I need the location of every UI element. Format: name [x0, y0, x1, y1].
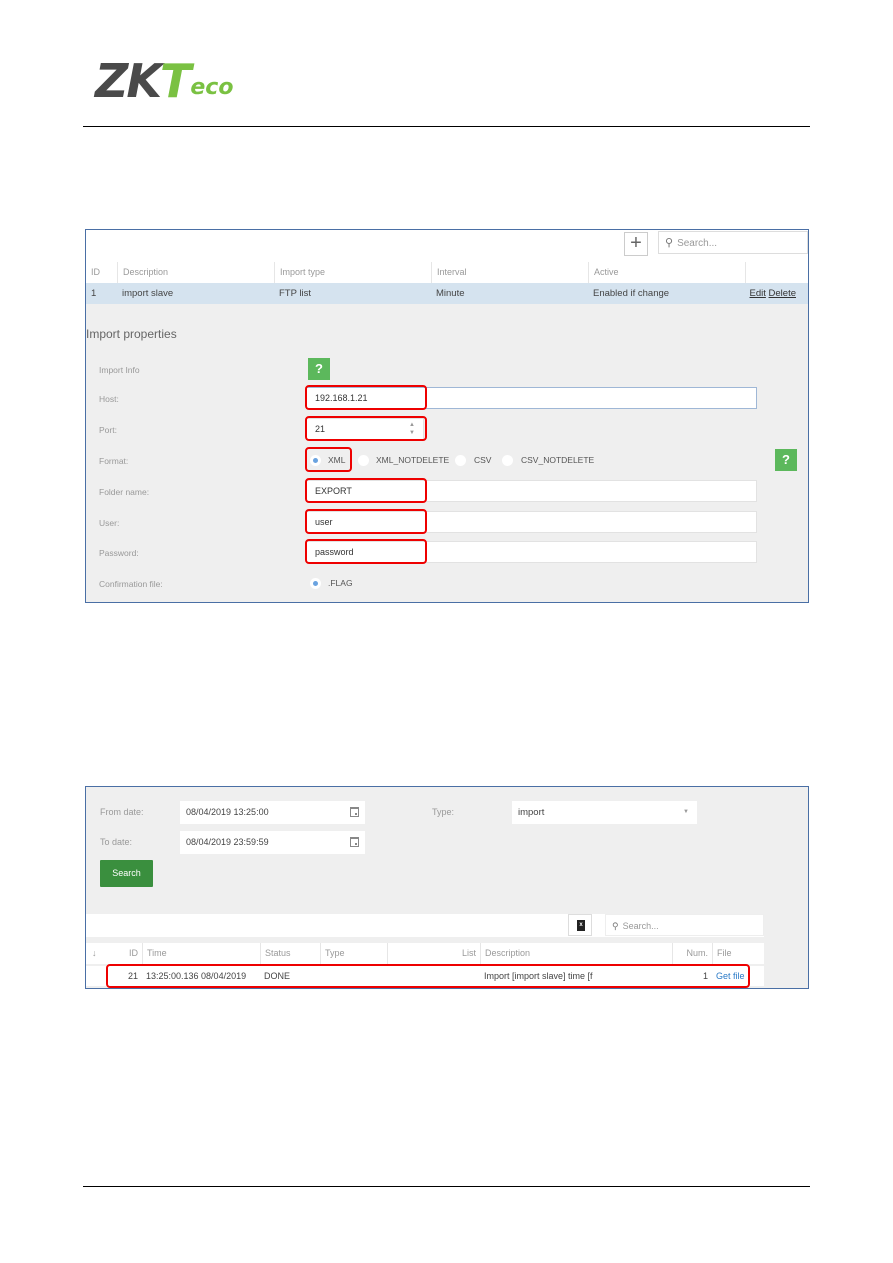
user-highlight [305, 509, 427, 534]
to-date-input[interactable]: 08/04/2019 23:59:59 [180, 831, 365, 854]
col-actions [745, 262, 810, 283]
to-date-label: To date: [100, 837, 133, 847]
col-file[interactable]: File [712, 943, 764, 964]
format-help-button[interactable]: ? [775, 449, 797, 471]
import-table-header: ID Description Import type Interval Acti… [86, 262, 808, 283]
col-active[interactable]: Active [588, 262, 745, 283]
log-toolbar: x ⚲ Search... [86, 914, 764, 937]
format-radio-csv-notdelete[interactable] [502, 455, 513, 466]
import-info-help-button[interactable]: ? [308, 358, 330, 380]
chevron-down-icon: ▼ [683, 809, 689, 815]
edit-link[interactable]: Edit [750, 288, 766, 299]
logo-eco: eco [190, 75, 234, 100]
logo-zk: ZK [95, 54, 162, 108]
confirmation-radio-flag[interactable] [310, 578, 321, 589]
help-icon: ? [315, 361, 323, 376]
log-table-header: ↓ ID Time Status Type List Description N… [86, 943, 764, 964]
format-radio-csv[interactable] [455, 455, 466, 466]
col-description[interactable]: Description [480, 943, 672, 964]
format-label: Format: [99, 456, 129, 466]
host-highlight [305, 385, 427, 410]
logo-t: T [160, 54, 191, 108]
col-list[interactable]: List [387, 943, 480, 964]
row-actions: Edit Delete [750, 283, 796, 304]
col-status[interactable]: Status [260, 943, 320, 964]
search-icon: ⚲ [612, 921, 619, 931]
folder-label: Folder name: [99, 487, 150, 497]
col-time[interactable]: Time [142, 943, 260, 964]
row-highlight [106, 964, 750, 988]
sort-icon[interactable]: ↓ [86, 943, 110, 964]
password-label: Password: [99, 548, 139, 558]
plus-icon: + [630, 232, 642, 254]
user-label: User: [99, 518, 120, 528]
type-select[interactable]: import ▼ [512, 801, 697, 824]
confirmation-label: Confirmation file: [99, 579, 163, 589]
row-description: import slave [122, 288, 174, 299]
import-properties-title: Import properties [86, 327, 177, 341]
calendar-icon[interactable] [350, 807, 359, 817]
import-search-input[interactable]: ⚲ Search... [658, 231, 808, 254]
export-excel-button[interactable]: x [568, 914, 592, 936]
type-label: Type: [432, 807, 455, 817]
port-highlight [305, 416, 427, 441]
help-icon: ? [782, 452, 790, 467]
import-config-screenshot: + ⚲ Search... ID Description Import type … [85, 229, 809, 603]
footer-divider [83, 1186, 810, 1187]
row-import-type: FTP list [279, 288, 312, 299]
col-interval[interactable]: Interval [431, 262, 588, 283]
col-id[interactable]: ID [86, 262, 117, 283]
table-row[interactable]: 1 import slave FTP list Minute Enabled i… [86, 283, 808, 304]
row-active: Enabled if change [593, 288, 670, 299]
row-id: 1 [91, 288, 97, 299]
format-option-csv-notdelete[interactable]: CSV_NOTDELETE [521, 455, 594, 465]
folder-highlight [305, 478, 427, 503]
port-label: Port: [99, 425, 117, 435]
host-label: Host: [99, 394, 119, 404]
delete-link[interactable]: Delete [769, 288, 796, 299]
search-placeholder: Search... [677, 238, 718, 249]
password-highlight [305, 539, 427, 564]
import-toolbar: + ⚲ Search... [86, 230, 808, 262]
confirmation-option-flag[interactable]: .FLAG [328, 578, 353, 588]
calendar-icon[interactable] [350, 837, 359, 847]
search-placeholder: Search... [622, 921, 659, 931]
from-date-label: From date: [100, 807, 144, 817]
to-date-value: 08/04/2019 23:59:59 [186, 837, 269, 847]
col-type[interactable]: Type [320, 943, 387, 964]
from-date-value: 08/04/2019 13:25:00 [186, 807, 269, 817]
excel-export-icon: x [577, 920, 585, 931]
search-button[interactable]: Search [100, 860, 153, 887]
add-import-button[interactable]: + [624, 232, 648, 256]
search-icon: ⚲ [665, 237, 674, 249]
row-interval: Minute [436, 288, 465, 299]
log-search-input[interactable]: ⚲ Search... [605, 914, 764, 936]
format-highlight [305, 447, 352, 472]
col-description[interactable]: Description [117, 262, 274, 283]
type-value: import [518, 807, 545, 818]
format-option-xml-notdelete[interactable]: XML_NOTDELETE [376, 455, 449, 465]
zkteco-logo: ZK T eco [95, 58, 233, 104]
col-id[interactable]: ID [110, 943, 142, 964]
from-date-input[interactable]: 08/04/2019 13:25:00 [180, 801, 365, 824]
import-log-screenshot: From date: 08/04/2019 13:25:00 Type: imp… [85, 786, 809, 989]
col-num[interactable]: Num. [672, 943, 712, 964]
header-divider [83, 126, 810, 127]
format-option-csv[interactable]: CSV [474, 455, 491, 465]
import-info-label: Import Info [99, 365, 140, 375]
format-radio-xml-notdelete[interactable] [358, 455, 369, 466]
col-import-type[interactable]: Import type [274, 262, 431, 283]
